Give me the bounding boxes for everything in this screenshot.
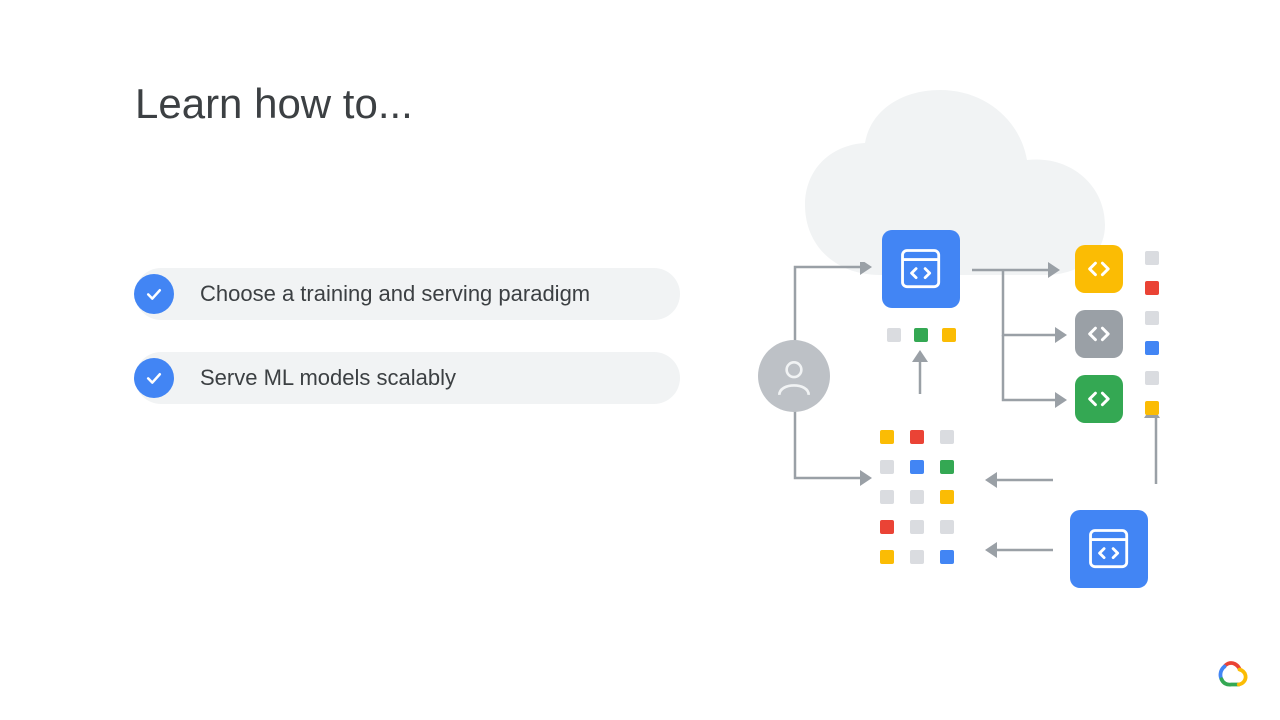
pixel-icon bbox=[942, 328, 956, 342]
pixel-icon bbox=[880, 430, 894, 444]
pixel-icon bbox=[940, 490, 954, 504]
slide: Learn how to... Choose a training and se… bbox=[0, 0, 1280, 720]
diagram bbox=[740, 90, 1180, 610]
pixel-icon bbox=[1145, 341, 1159, 355]
pixel-icon bbox=[880, 550, 894, 564]
code-box-blue-icon bbox=[1070, 510, 1148, 588]
pixel-icon bbox=[1145, 401, 1159, 415]
pixel-icon bbox=[880, 460, 894, 474]
pixel-icon bbox=[940, 460, 954, 474]
pixel-icon bbox=[940, 520, 954, 534]
pixel-icon bbox=[914, 328, 928, 342]
check-icon bbox=[134, 274, 174, 314]
check-icon bbox=[134, 358, 174, 398]
pixel-icon bbox=[1145, 281, 1159, 295]
pixel-icon bbox=[940, 430, 954, 444]
user-avatar-icon bbox=[758, 340, 830, 412]
pixel-icon bbox=[910, 490, 924, 504]
pixel-icon bbox=[940, 550, 954, 564]
pixel-icon bbox=[1145, 371, 1159, 385]
pixel-icon bbox=[910, 550, 924, 564]
pixel-icon bbox=[887, 328, 901, 342]
pixel-icon bbox=[1145, 311, 1159, 325]
code-box-green-icon bbox=[1075, 375, 1123, 423]
bullet-item: Serve ML models scalably bbox=[135, 352, 680, 404]
google-cloud-logo-icon bbox=[1214, 656, 1250, 692]
bullet-list: Choose a training and serving paradigm S… bbox=[135, 268, 680, 436]
arrow-icon bbox=[977, 470, 1057, 490]
code-box-grey-icon bbox=[1075, 310, 1123, 358]
pixel-icon bbox=[880, 520, 894, 534]
bullet-text: Serve ML models scalably bbox=[200, 365, 456, 391]
code-box-blue-icon bbox=[882, 230, 960, 308]
bullet-text: Choose a training and serving paradigm bbox=[200, 281, 590, 307]
page-title: Learn how to... bbox=[135, 80, 413, 128]
arrow-icon bbox=[910, 348, 930, 396]
pixel-icon bbox=[910, 430, 924, 444]
pixel-icon bbox=[910, 520, 924, 534]
arrow-icon bbox=[977, 540, 1057, 560]
bullet-item: Choose a training and serving paradigm bbox=[135, 268, 680, 320]
pixel-icon bbox=[910, 460, 924, 474]
arrow-icon bbox=[998, 265, 1073, 410]
code-box-yellow-icon bbox=[1075, 245, 1123, 293]
pixel-icon bbox=[880, 490, 894, 504]
pixel-icon bbox=[1145, 251, 1159, 265]
